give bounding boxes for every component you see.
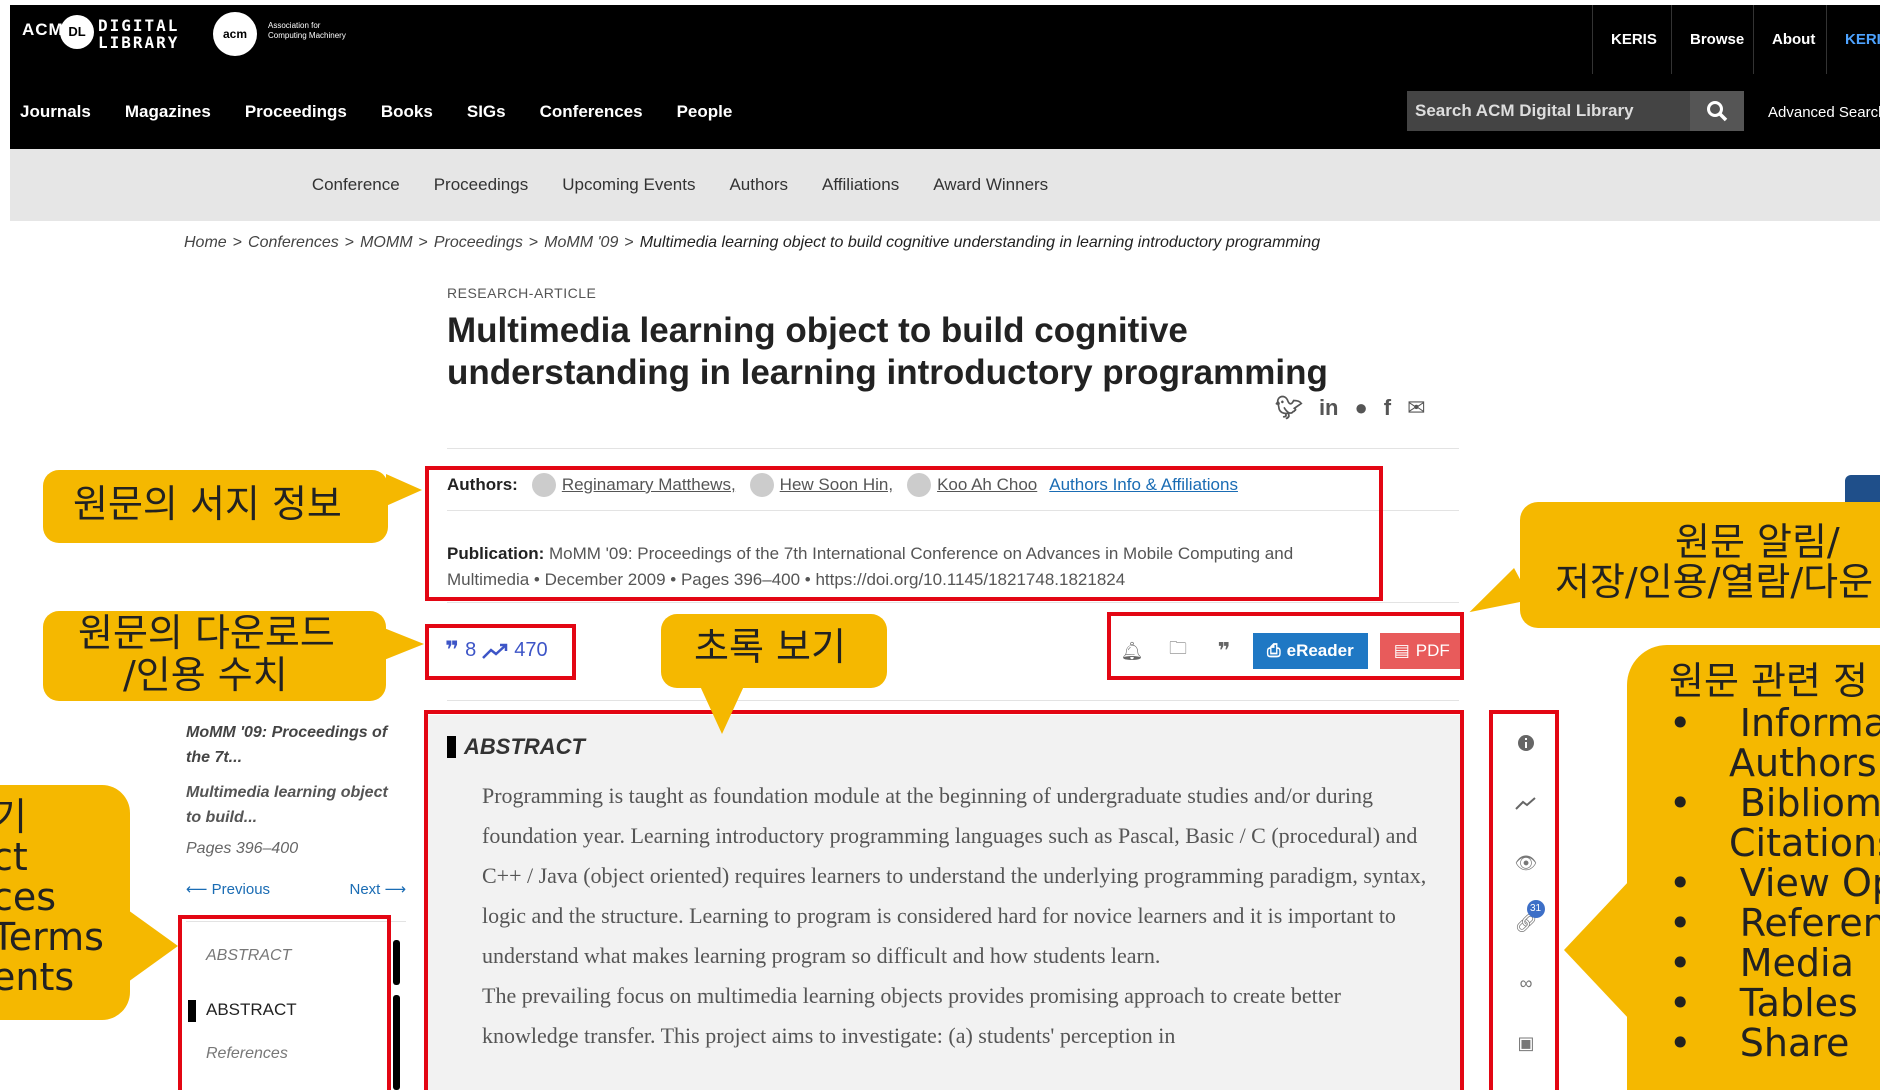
related-bullet-6: • Tables	[1669, 981, 1858, 1025]
breadcrumb-momm[interactable]: MOMM	[360, 234, 412, 251]
breadcrumb-home[interactable]: Home	[184, 234, 227, 251]
subnav-authors[interactable]: Authors	[712, 175, 805, 195]
callout-bib-text: 원문의 서지 정보	[73, 482, 342, 526]
toc-scrollbar-thumb[interactable]	[393, 995, 400, 1090]
divider	[447, 602, 1459, 603]
linkedin-icon[interactable]: in	[1319, 395, 1339, 421]
callout-related-info: 원문 관련 정 • Informati Authors • Bibliomet …	[1627, 645, 1880, 1090]
nav-people[interactable]: People	[660, 102, 750, 122]
callout-bibliographic: 원문의 서지 정보	[43, 470, 388, 543]
twitter-icon[interactable]: 🐦︎	[1275, 395, 1303, 421]
nav-sigs[interactable]: SIGs	[450, 102, 523, 122]
article-type: RESEARCH-ARTICLE	[447, 285, 597, 301]
reddit-icon[interactable]: ●	[1355, 395, 1368, 421]
nav-proceedings[interactable]: Proceedings	[228, 102, 364, 122]
subnav-proceedings[interactable]: Proceedings	[417, 175, 546, 195]
subnav-award-winners[interactable]: Award Winners	[916, 175, 1065, 195]
related-bullet-4: • Reference	[1669, 901, 1880, 945]
top-link-keris[interactable]: KERIS	[1592, 5, 1675, 74]
callout-tail	[384, 628, 424, 660]
breadcrumb-conferences[interactable]: Conferences	[248, 234, 339, 251]
breadcrumb-proceedings[interactable]: Proceedings	[434, 234, 523, 251]
toc-callout-line3: ces	[0, 875, 57, 919]
top-link-browse[interactable]: Browse	[1671, 5, 1762, 74]
callout-alert-save: 원문 알림/ 저장/인용/열람/다운	[1520, 502, 1880, 628]
breadcrumb-momm09[interactable]: MoMM '09	[544, 234, 618, 251]
nav-conferences[interactable]: Conferences	[523, 102, 660, 122]
logo-line-1: DIGITAL	[98, 16, 180, 35]
callout-tail	[1564, 880, 1630, 1020]
page: ACM DL DIGITAL LIBRARY acm Association f…	[0, 0, 1880, 1090]
acm-logo-icon[interactable]: acm	[213, 12, 257, 56]
search-icon	[1707, 101, 1728, 122]
related-sub-1: Authors	[1729, 741, 1877, 785]
related-bullet-7: • Share	[1669, 1021, 1850, 1065]
toc-callout-line2: ct	[0, 835, 28, 879]
callout-abs-text: 초록 보기	[694, 625, 846, 669]
divider	[447, 700, 1459, 701]
callout-abstract: 초록 보기	[661, 614, 887, 688]
subnav-upcoming-events[interactable]: Upcoming Events	[545, 175, 712, 195]
toc-scrollbar[interactable]	[393, 940, 400, 985]
logo-acm-text[interactable]: ACM	[22, 20, 64, 40]
callout-related-title: 원문 관련 정	[1669, 659, 1868, 703]
proceedings-nav-card: MoMM '09: Proceedings of the 7t... Multi…	[186, 720, 406, 920]
nav-books[interactable]: Books	[364, 102, 450, 122]
toc-callout-line1: 기	[0, 795, 27, 839]
advanced-search-link[interactable]: Advanced Search	[1768, 104, 1880, 121]
search-input[interactable]: Search ACM Digital Library	[1407, 91, 1690, 131]
article-short-title[interactable]: Multimedia learning object to build...	[186, 780, 406, 830]
nav-magazines[interactable]: Magazines	[108, 102, 228, 122]
facebook-icon[interactable]: f	[1384, 395, 1391, 421]
next-link[interactable]: Next ⟶	[349, 880, 406, 898]
proceedings-title[interactable]: MoMM '09: Proceedings of the 7t...	[186, 720, 406, 770]
acm-org-name: Association for Computing Machinery	[268, 21, 368, 41]
top-link-about[interactable]: About	[1753, 5, 1833, 74]
toc-callout-line4: Terms	[0, 915, 104, 959]
related-bullet-3: • View Opt	[1669, 861, 1880, 905]
dl-logo-icon[interactable]: DL	[60, 15, 94, 49]
nav-journals[interactable]: Journals	[10, 102, 108, 122]
toc-highlight-box	[178, 915, 391, 1090]
email-icon[interactable]: ✉	[1407, 395, 1425, 421]
toolbar-highlight-box	[1107, 612, 1464, 680]
callout-dl-line1: 원문의 다운로드	[78, 611, 335, 655]
conference-subnav: Conference Proceedings Upcoming Events A…	[10, 149, 1880, 221]
main-nav: Journals Magazines Proceedings Books SIG…	[10, 74, 749, 149]
callout-toc: 기 ct ces Terms ents	[0, 785, 130, 1020]
acm-org-line-1: Association for	[268, 21, 321, 30]
top-link-keris-2[interactable]: KERIS	[1826, 5, 1880, 74]
article-pages: Pages 396–400	[186, 840, 299, 857]
related-bullet-2: • Bibliomet	[1669, 781, 1880, 825]
related-bullet-1: • Informati	[1669, 701, 1880, 745]
search-button[interactable]	[1690, 91, 1744, 131]
acm-org-line-2: Computing Machinery	[268, 31, 346, 40]
rail-highlight-box	[1489, 710, 1559, 1090]
subnav-affiliations[interactable]: Affiliations	[805, 175, 916, 195]
subnav-conference[interactable]: Conference	[295, 175, 417, 195]
bibliographic-highlight-box	[425, 466, 1383, 601]
breadcrumb: Home > Conferences > MOMM > Proceedings > MoMM '…	[184, 234, 1321, 251]
callout-dl-line2: /인용 수치	[123, 653, 288, 697]
callout-download-citation: 원문의 다운로드 /인용 수치	[43, 611, 386, 701]
divider	[447, 448, 1459, 449]
breadcrumb-current: Multimedia learning object to build cogn…	[639, 234, 1321, 251]
callout-tail	[128, 910, 178, 982]
callout-tail	[700, 686, 744, 734]
related-bullet-5: • Media	[1669, 941, 1854, 985]
abstract-highlight-box	[424, 710, 1464, 1090]
article-title: Multimedia learning object to build cogn…	[447, 311, 1328, 392]
related-sub-2: Citations	[1729, 821, 1880, 865]
share-icons: 🐦︎ in ● f ✉	[1275, 395, 1426, 421]
toc-callout-line5: ents	[0, 955, 75, 999]
logo-line-2: LIBRARY	[98, 33, 180, 52]
metrics-highlight-box	[425, 624, 576, 680]
callout-alert-line2: 저장/인용/열람/다운	[1555, 560, 1874, 604]
callout-tail	[386, 474, 422, 506]
callout-alert-line1: 원문 알림/	[1675, 520, 1840, 564]
logo-digital-library[interactable]: DIGITAL LIBRARY	[98, 17, 179, 51]
previous-link[interactable]: ⟵ Previous	[186, 880, 270, 898]
